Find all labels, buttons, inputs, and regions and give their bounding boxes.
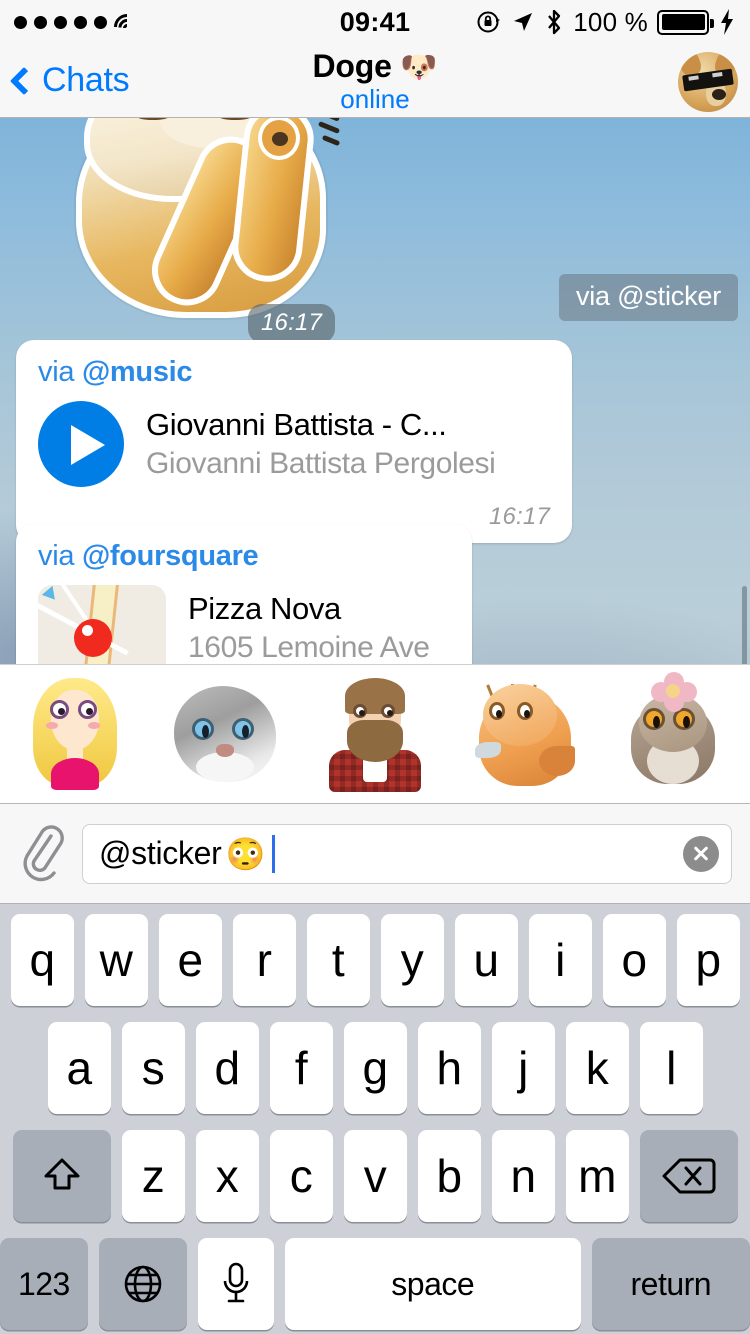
keyboard-row-3: z x c v b n m [0,1130,750,1222]
via-music-bot: @music [82,356,192,388]
key-z[interactable]: z [122,1130,185,1222]
key-q[interactable]: q [11,914,74,1006]
shift-icon[interactable] [13,1130,111,1222]
flushed-face-emoji: 😳 [226,835,266,873]
status-bar-right: 100 % [410,7,736,38]
chat-message-list[interactable]: 16:17 via @sticker via @music Giovanni B… [0,118,750,664]
rotation-lock-icon [476,9,502,35]
music-texts: Giovanni Battista - C... Giovanni Battis… [146,401,495,481]
sticker-bearded-man[interactable] [300,664,450,804]
venue-texts: Pizza Nova 1605 Lemoine Ave [188,585,430,664]
status-bar-time: 09:41 [340,7,411,38]
sticker-blonde-girl[interactable] [0,664,150,804]
key-a[interactable]: a [48,1022,111,1114]
key-m[interactable]: m [566,1130,629,1222]
key-r[interactable]: r [233,914,296,1006]
sticker-grey-cat[interactable] [150,664,300,804]
key-f[interactable]: f [270,1022,333,1114]
music-card-body: via @music Giovanni Battista - C... Giov… [16,340,572,497]
microphone-icon[interactable] [198,1238,274,1330]
key-t[interactable]: t [307,914,370,1006]
keyboard-row-2: a s d f g h j k l [0,1022,750,1114]
key-p[interactable]: p [677,914,740,1006]
message-timestamp: 16:17 [248,304,335,343]
on-screen-keyboard[interactable]: q w e r t y u i o p a s d f g h j k l [0,904,750,1334]
signal-strength-icon [14,16,107,29]
key-y[interactable]: y [381,914,444,1006]
message-music-card[interactable]: via @music Giovanni Battista - C... Giov… [16,340,572,543]
via-foursquare-label: via @foursquare [38,540,450,573]
key-s[interactable]: s [122,1022,185,1114]
avatar[interactable] [678,52,738,112]
map-thumbnail[interactable] [38,585,166,664]
key-c[interactable]: c [270,1130,333,1222]
location-arrow-icon [511,10,535,34]
venue-name: Pizza Nova [188,591,430,627]
chat-title-text: Doge [312,48,391,84]
chevron-left-icon [10,66,38,94]
back-button[interactable]: Chats [14,61,129,100]
status-bar-left [14,12,340,32]
status-bar: 09:41 100 % [0,0,750,44]
via-music-label: via @music [38,356,550,389]
venue-card-body: via @foursquare Pizza Nova 1605 Lemoine … [16,524,472,664]
key-w[interactable]: w [85,914,148,1006]
key-o[interactable]: o [603,914,666,1006]
key-j[interactable]: j [492,1022,555,1114]
key-e[interactable]: e [159,914,222,1006]
map-pin-icon [74,619,112,657]
music-row: Giovanni Battista - C... Giovanni Battis… [38,401,550,487]
message-input-value: @sticker 😳 [99,835,275,873]
doge-hug-sticker [62,118,362,330]
dog-face-emoji: 🐶 [400,51,437,84]
bluetooth-icon [544,8,564,36]
music-title: Giovanni Battista - C... [146,407,495,443]
paperclip-icon[interactable] [18,824,66,884]
key-i[interactable]: i [529,914,592,1006]
back-button-label: Chats [42,61,129,100]
key-v[interactable]: v [344,1130,407,1222]
message-sticker[interactable] [62,118,362,330]
message-venue-card[interactable]: via @foursquare Pizza Nova 1605 Lemoine … [16,524,472,664]
space-key[interactable]: space [285,1238,581,1330]
key-g[interactable]: g [344,1022,407,1114]
numbers-key[interactable]: 123 [0,1238,88,1330]
via-bot-badge: via @sticker [559,274,738,321]
sticker-suggestion-bar[interactable] [0,664,750,804]
play-icon[interactable] [38,401,124,487]
text-caret [272,835,275,873]
return-key[interactable]: return [592,1238,750,1330]
message-input-bar: @sticker 😳 [0,804,750,904]
chat-scrollbar[interactable] [742,586,747,664]
venue-row: Pizza Nova 1605 Lemoine Ave [38,585,450,664]
lightning-bolt-icon [718,8,736,36]
flower-bow-icon [651,676,697,710]
message-input-field[interactable]: @sticker 😳 [82,824,732,884]
sticker-bow-cat[interactable] [600,664,750,804]
globe-icon[interactable] [99,1238,187,1330]
key-d[interactable]: d [196,1022,259,1114]
key-h[interactable]: h [418,1022,481,1114]
sticker-orange-cat[interactable] [450,664,600,804]
key-x[interactable]: x [196,1130,259,1222]
navigation-bar: Chats Doge 🐶 online [0,44,750,118]
key-n[interactable]: n [492,1130,555,1222]
message-input-text: @sticker [99,835,222,872]
telegram-chat-screen: 09:41 100 % Chats [0,0,750,1334]
battery-percent-label: 100 % [573,7,648,38]
venue-address: 1605 Lemoine Ave [188,631,430,664]
music-artist: Giovanni Battista Pergolesi [146,447,495,481]
key-b[interactable]: b [418,1130,481,1222]
keyboard-row-4: 123 space return [0,1238,750,1330]
key-u[interactable]: u [455,914,518,1006]
key-k[interactable]: k [566,1022,629,1114]
wifi-icon [114,12,140,32]
via-foursquare-bot: @foursquare [82,540,258,572]
backspace-icon[interactable] [640,1130,738,1222]
clear-text-icon[interactable] [683,836,719,872]
battery-full-icon [657,10,709,35]
keyboard-row-1: q w e r t y u i o p [0,914,750,1006]
key-l[interactable]: l [640,1022,703,1114]
